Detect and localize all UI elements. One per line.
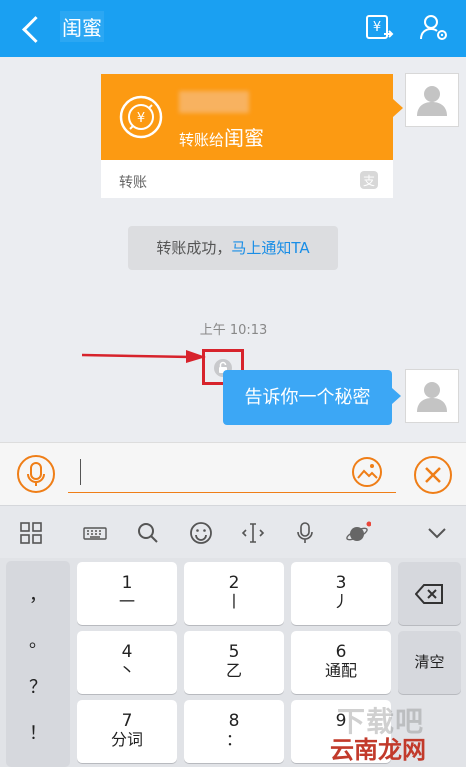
transfer-recipient: 闺蜜 xyxy=(224,126,265,150)
my-avatar[interactable] xyxy=(405,73,459,127)
key-1[interactable]: 1一 xyxy=(77,562,177,625)
default-avatar-icon xyxy=(417,382,447,412)
cursor-icon[interactable] xyxy=(240,520,266,546)
outgoing-message[interactable]: 告诉你一个秘密 xyxy=(223,370,401,425)
back-button[interactable] xyxy=(14,10,50,46)
system-message: 转账成功，马上通知TA xyxy=(128,226,338,270)
key-7[interactable]: 7 分词 xyxy=(77,700,177,763)
punct-exclaim[interactable]: ！ xyxy=(6,719,70,745)
bubble-tail xyxy=(392,388,401,404)
transfer-card-text: 转账给闺蜜 xyxy=(179,122,264,151)
payment-logo-icon: 支 xyxy=(360,171,378,189)
key-4[interactable]: 4丶 xyxy=(77,631,177,694)
keyboard-icon[interactable] xyxy=(82,520,108,546)
transfer-card-footer-label: 转账 xyxy=(119,175,147,191)
my-avatar-2[interactable] xyxy=(405,369,459,423)
watermark-text: 云南龙网 xyxy=(330,736,426,764)
microphone-icon xyxy=(27,462,45,486)
svg-text:支: 支 xyxy=(363,174,375,188)
planet-icon[interactable] xyxy=(345,520,371,546)
key-2[interactable]: 2丨 xyxy=(184,562,284,625)
timestamp: 上午 10:13 xyxy=(199,323,268,338)
red-arrow-annotation xyxy=(81,350,206,363)
svg-text:¥: ¥ xyxy=(373,20,381,35)
default-avatar-icon xyxy=(417,86,447,116)
punctuation-column: ， 。 ？ ！ xyxy=(6,561,70,767)
microphone-icon[interactable] xyxy=(292,520,318,546)
chat-area: ¥ 转账给闺蜜 转账 支 转账成功，马上通知TA 上午 10:13 告诉你一个秘… xyxy=(0,57,466,442)
close-button[interactable] xyxy=(414,456,452,494)
smile-icon[interactable] xyxy=(188,520,214,546)
close-icon xyxy=(425,467,441,483)
svg-text:¥: ¥ xyxy=(137,111,145,126)
notify-link[interactable]: 马上通知TA xyxy=(231,239,309,257)
recipient-name-blurred xyxy=(179,91,249,113)
search-icon[interactable] xyxy=(135,520,161,546)
punct-question[interactable]: ？ xyxy=(6,673,70,699)
clear-key[interactable]: 清空 xyxy=(398,631,461,694)
input-bar xyxy=(0,442,466,505)
transfer-prefix: 转账给 xyxy=(179,131,225,149)
money-transfer-icon: ¥ xyxy=(119,95,163,139)
top-bar: 闺蜜 ¥ xyxy=(0,0,466,57)
chevron-down-icon[interactable] xyxy=(424,520,450,546)
profile-settings-icon[interactable] xyxy=(419,12,449,42)
key-6[interactable]: 6 通配 xyxy=(291,631,391,694)
keyboard-toolbar xyxy=(0,505,466,558)
transfer-money-icon[interactable]: ¥ xyxy=(364,12,394,42)
voice-button[interactable] xyxy=(17,455,55,493)
outgoing-message-text: 告诉你一个秘密 xyxy=(244,387,371,408)
transfer-card-header: ¥ 转账给闺蜜 xyxy=(101,74,393,160)
key-8[interactable]: 8： xyxy=(184,700,284,763)
grid-icon[interactable] xyxy=(18,520,44,546)
message-input[interactable] xyxy=(68,451,396,493)
punct-period[interactable]: 。 xyxy=(6,627,70,653)
backspace-icon xyxy=(414,584,443,604)
image-emoji-icon[interactable] xyxy=(350,455,384,489)
system-message-text: 转账成功， xyxy=(156,239,232,257)
clear-label: 清空 xyxy=(414,653,445,671)
chat-title: 闺蜜 xyxy=(60,11,104,42)
key-3[interactable]: 3丿 xyxy=(291,562,391,625)
text-caret xyxy=(80,459,81,485)
punct-comma[interactable]: ， xyxy=(6,581,70,607)
transfer-card[interactable]: ¥ 转账给闺蜜 转账 支 xyxy=(101,74,403,198)
key-5[interactable]: 5乙 xyxy=(184,631,284,694)
backspace-key[interactable] xyxy=(398,562,461,625)
transfer-card-tail xyxy=(393,99,403,117)
